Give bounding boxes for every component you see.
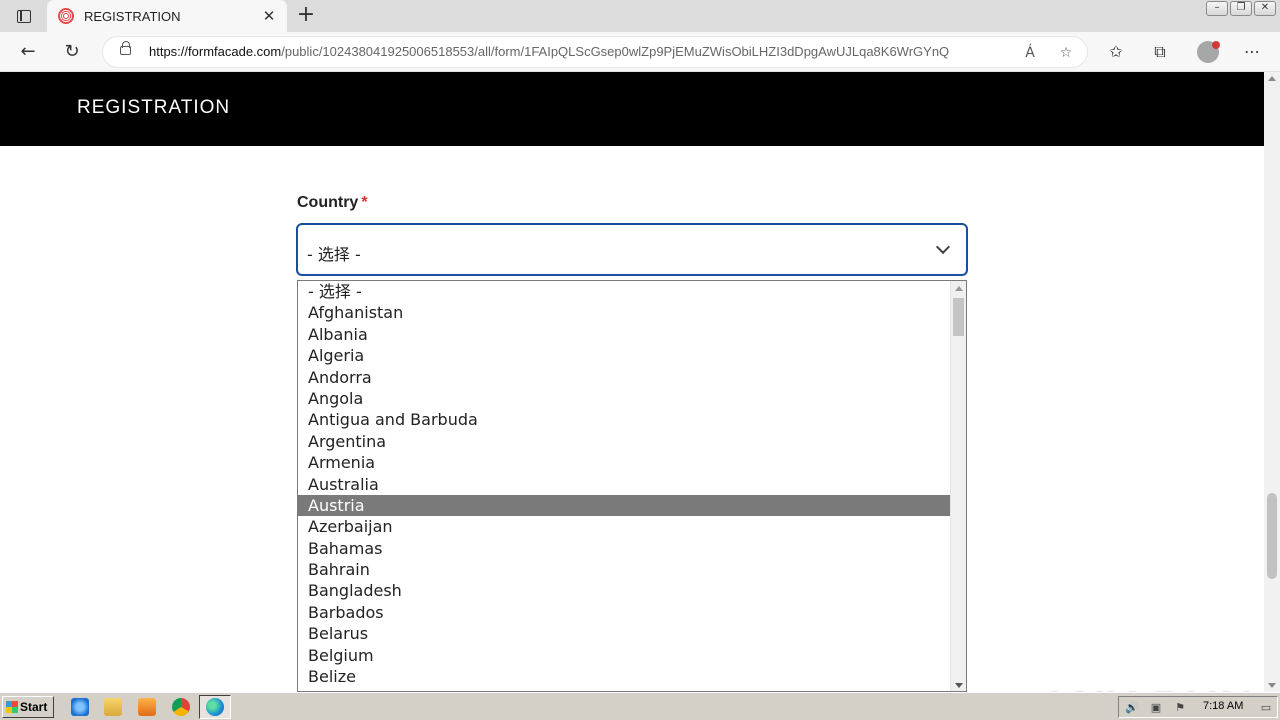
country-option[interactable]: Barbados xyxy=(298,602,950,623)
tab-actions-icon[interactable] xyxy=(8,5,40,27)
country-options: - 选择 - Afghanistan Albania Algeria Andorra An… xyxy=(298,281,966,687)
country-option[interactable]: Belize xyxy=(298,666,950,687)
url-text[interactable]: https://formfacade.com/public/1024380419… xyxy=(149,44,1009,59)
show-desktop-icon[interactable]: ▭ xyxy=(1259,701,1273,715)
country-option[interactable]: Belarus xyxy=(298,623,950,644)
required-mark: * xyxy=(361,194,368,211)
page-scrollbar[interactable] xyxy=(1264,72,1280,692)
country-option[interactable]: Bangladesh xyxy=(298,580,950,601)
country-option[interactable]: Austria xyxy=(298,494,950,517)
flag-icon[interactable]: ⚑ xyxy=(1173,701,1187,715)
country-option[interactable]: Afghanistan xyxy=(298,302,950,323)
watermark-logo: ANY RUN xyxy=(1038,680,1254,692)
dropdown-scroll-thumb[interactable] xyxy=(953,298,964,336)
chrome-icon[interactable] xyxy=(172,698,190,716)
scroll-down-icon[interactable] xyxy=(955,683,963,688)
profile-avatar[interactable] xyxy=(1197,41,1220,63)
volume-icon[interactable]: 🔊 xyxy=(1125,701,1139,715)
start-button[interactable]: Start xyxy=(2,696,54,718)
country-label: Country * xyxy=(297,194,368,212)
browser-titlebar: REGISTRATION ✕ + – ❐ ✕ xyxy=(0,0,1280,32)
collections-icon[interactable]: ⧉ xyxy=(1148,41,1172,63)
country-option[interactable]: Azerbaijan xyxy=(298,516,950,537)
site-favicon-icon xyxy=(58,8,74,24)
scroll-up-icon[interactable] xyxy=(955,286,963,291)
country-option[interactable]: Bahrain xyxy=(298,559,950,580)
edge-icon xyxy=(206,698,224,716)
browser-tab[interactable]: REGISTRATION ✕ xyxy=(47,0,287,32)
close-window-button[interactable]: ✕ xyxy=(1254,1,1276,16)
country-select[interactable]: - 选择 - xyxy=(296,223,968,276)
page-scroll-thumb[interactable] xyxy=(1267,493,1277,579)
network-icon[interactable]: ▣ xyxy=(1149,701,1163,715)
folder-icon[interactable] xyxy=(104,698,122,716)
read-aloud-icon[interactable]: Á xyxy=(1019,43,1041,63)
chevron-down-icon xyxy=(935,239,951,255)
country-option[interactable]: Algeria xyxy=(298,345,950,366)
add-favorite-icon[interactable]: ☆ xyxy=(1055,43,1077,63)
restore-button[interactable]: ❐ xyxy=(1230,1,1252,16)
country-option[interactable]: Albania xyxy=(298,324,950,345)
new-tab-button[interactable]: + xyxy=(293,3,319,29)
window-controls: – ❐ ✕ xyxy=(1206,1,1276,16)
tab-title: REGISTRATION xyxy=(84,8,181,24)
page-scroll-down-icon[interactable] xyxy=(1268,683,1276,688)
system-tray: 🔊 ▣ ⚑ 7:18 AM ▭ xyxy=(1118,696,1278,718)
country-option[interactable]: - 选择 - xyxy=(298,281,950,302)
ie-icon[interactable] xyxy=(71,698,89,716)
country-option[interactable]: Antigua and Barbuda xyxy=(298,409,950,430)
media-player-icon[interactable] xyxy=(138,698,156,716)
country-select-value: - 选择 - xyxy=(307,245,361,264)
refresh-button[interactable]: ↻ xyxy=(58,38,86,66)
back-button[interactable]: ← xyxy=(14,38,42,66)
country-label-text: Country xyxy=(297,194,359,211)
favorites-icon[interactable]: ✩ xyxy=(1104,41,1128,63)
country-option[interactable]: Argentina xyxy=(298,431,950,452)
form-title: REGISTRATION xyxy=(77,97,231,118)
edge-taskbar-button[interactable] xyxy=(199,695,231,719)
country-option[interactable]: Angola xyxy=(298,388,950,409)
address-bar[interactable]: https://formfacade.com/public/1024380419… xyxy=(102,36,1088,68)
more-menu-icon[interactable]: ⋯ xyxy=(1240,41,1264,63)
country-option[interactable]: Armenia xyxy=(298,452,950,473)
country-option[interactable]: Andorra xyxy=(298,367,950,388)
close-tab-icon[interactable]: ✕ xyxy=(257,7,281,25)
country-dropdown-list[interactable]: - 选择 - Afghanistan Albania Algeria Andorra An… xyxy=(297,280,967,692)
form-header: REGISTRATION xyxy=(0,72,1264,146)
country-option[interactable]: Belgium xyxy=(298,645,950,666)
lock-icon[interactable] xyxy=(120,41,131,55)
clock: 7:18 AM xyxy=(1203,700,1244,712)
minimize-button[interactable]: – xyxy=(1206,1,1228,16)
dropdown-scrollbar[interactable] xyxy=(950,281,966,691)
taskbar: Start 🔊 ▣ ⚑ 7:18 AM ▭ xyxy=(0,692,1280,720)
country-option[interactable]: Bahamas xyxy=(298,538,950,559)
page-scroll-up-icon[interactable] xyxy=(1268,76,1276,81)
page-content: REGISTRATION Country * - 选择 - - 选择 - Afgha… xyxy=(0,72,1264,692)
browser-toolbar: ← ↻ https://formfacade.com/public/102438… xyxy=(0,32,1280,72)
country-option[interactable]: Australia xyxy=(298,474,950,495)
